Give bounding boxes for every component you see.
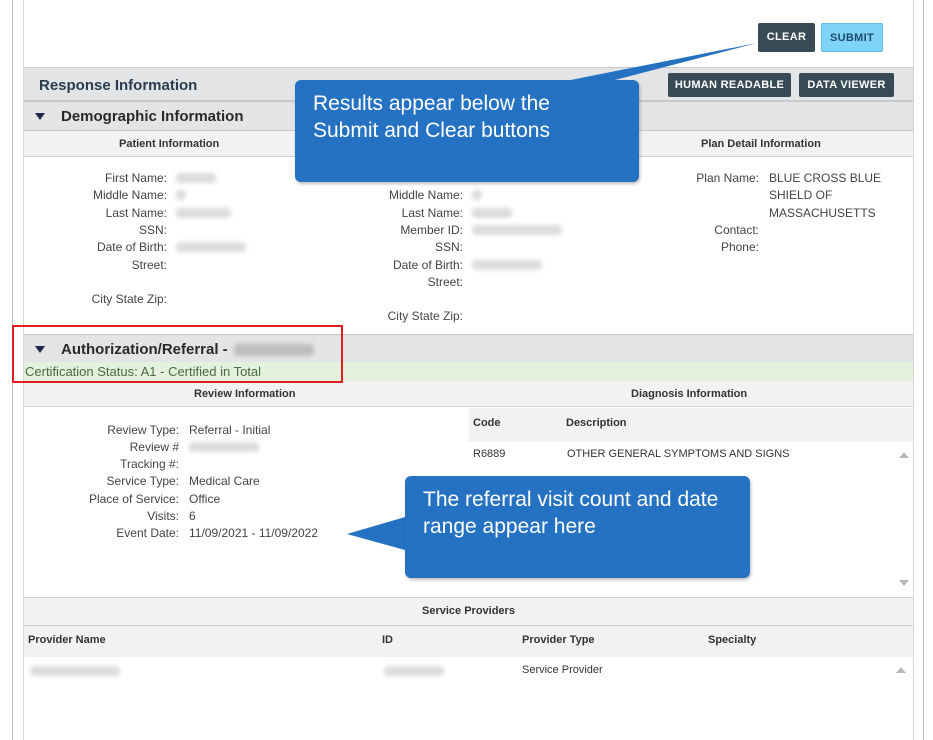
diagnosis-table-header: Code Description xyxy=(469,408,913,442)
subscriber-ssn-label: SSN: xyxy=(434,240,463,254)
redacted-value xyxy=(176,208,231,218)
service-providers-title: Service Providers xyxy=(422,605,515,617)
plan-contact-label: Contact: xyxy=(714,223,759,237)
clear-button[interactable]: CLEAR xyxy=(758,23,815,52)
providers-scrollbar[interactable] xyxy=(890,657,912,740)
subscriber-city-state-zip-label: City State Zip: xyxy=(387,309,463,323)
redacted-value xyxy=(176,190,186,200)
redacted-value xyxy=(472,225,562,235)
diagnosis-code: R6889 xyxy=(473,448,506,460)
plan-name-label: Plan Name: xyxy=(696,171,759,185)
redacted-value xyxy=(176,173,216,183)
code-column-header: Code xyxy=(473,417,501,429)
callout-visit-count: The referral visit count and date range … xyxy=(405,476,750,578)
providers-column-header: Provider Name ID Provider Type Specialty xyxy=(24,625,913,657)
visits-label: Visits: xyxy=(147,509,179,523)
patient-first-name-label: First Name: xyxy=(104,171,167,185)
demographic-information-title: Demographic Information xyxy=(61,108,244,125)
service-providers-header: Service Providers xyxy=(24,597,913,625)
diagnosis-scrollbar[interactable] xyxy=(893,442,913,598)
redacted-value xyxy=(30,666,120,676)
redacted-value xyxy=(472,208,512,218)
callout-results-location: Results appear below the Submit and Clea… xyxy=(295,80,639,182)
submit-button[interactable]: SUBMIT xyxy=(821,23,883,52)
place-of-service-label: Place of Service: xyxy=(88,492,179,506)
review-information-heading: Review Information xyxy=(194,388,296,400)
subscriber-last-name-label: Last Name: xyxy=(401,206,463,220)
patient-city-state-zip-label: City State Zip: xyxy=(91,292,167,306)
redacted-value xyxy=(176,242,246,252)
table-row[interactable]: R6889 OTHER GENERAL SYMPTOMS AND SIGNS xyxy=(469,442,893,464)
subscriber-member-id-label: Member ID: xyxy=(400,223,463,237)
table-row[interactable]: Service Provider xyxy=(24,657,890,683)
redacted-value xyxy=(472,190,482,200)
place-of-service-value: Office xyxy=(189,492,221,506)
redacted-value xyxy=(189,442,259,452)
provider-type-column-header: Provider Type xyxy=(522,634,595,646)
service-type-value: Medical Care xyxy=(189,474,260,488)
plan-name-line-2: SHIELD OF xyxy=(769,188,833,202)
plan-name-line-1: BLUE CROSS BLUE xyxy=(769,171,882,185)
visits-value: 6 xyxy=(189,509,196,523)
service-type-label: Service Type: xyxy=(106,474,179,488)
scroll-up-icon[interactable] xyxy=(896,667,906,673)
event-date-label: Event Date: xyxy=(116,526,179,540)
review-number-label: Review # xyxy=(129,440,179,454)
plan-detail-heading: Plan Detail Information xyxy=(701,138,821,150)
human-readable-button[interactable]: HUMAN READABLE xyxy=(668,73,791,97)
subscriber-middle-name-label: Middle Name: xyxy=(388,188,463,202)
collapse-triangle-icon[interactable] xyxy=(35,113,45,120)
redacted-value xyxy=(472,260,542,270)
description-column-header: Description xyxy=(566,417,627,429)
subscriber-dob-label: Date of Birth: xyxy=(392,258,463,272)
subscriber-street-label: Street: xyxy=(427,275,463,289)
data-viewer-button[interactable]: DATA VIEWER xyxy=(799,73,894,97)
provider-name-column-header: Provider Name xyxy=(28,634,106,646)
patient-middle-name-label: Middle Name: xyxy=(92,188,167,202)
review-type-label: Review Type: xyxy=(107,423,179,437)
plan-name-line-3: MASSACHUSETTS xyxy=(769,206,876,220)
authorization-column-header: Review Information Diagnosis Information xyxy=(24,381,913,407)
scroll-down-icon[interactable] xyxy=(899,580,909,586)
tracking-number-label: Tracking #: xyxy=(120,457,179,471)
authorization-highlight-box xyxy=(12,325,343,383)
diagnosis-description: OTHER GENERAL SYMPTOMS AND SIGNS xyxy=(567,448,790,460)
review-type-value: Referral - Initial xyxy=(189,423,271,437)
patient-information-heading: Patient Information xyxy=(119,138,220,150)
diagnosis-information-heading: Diagnosis Information xyxy=(631,388,748,400)
plan-phone-label: Phone: xyxy=(720,240,759,254)
patient-ssn-label: SSN: xyxy=(138,223,167,237)
redacted-value xyxy=(384,666,444,676)
response-information-title: Response Information xyxy=(39,77,198,94)
provider-id-column-header: ID xyxy=(382,634,393,646)
specialty-column-header: Specialty xyxy=(708,634,757,646)
scroll-up-icon[interactable] xyxy=(899,452,909,458)
event-date-value: 11/09/2021 - 11/09/2022 xyxy=(189,526,318,540)
patient-last-name-label: Last Name: xyxy=(105,206,167,220)
provider-type-value: Service Provider xyxy=(522,664,603,676)
patient-dob-label: Date of Birth: xyxy=(96,240,167,254)
patient-street-label: Street: xyxy=(131,258,167,272)
